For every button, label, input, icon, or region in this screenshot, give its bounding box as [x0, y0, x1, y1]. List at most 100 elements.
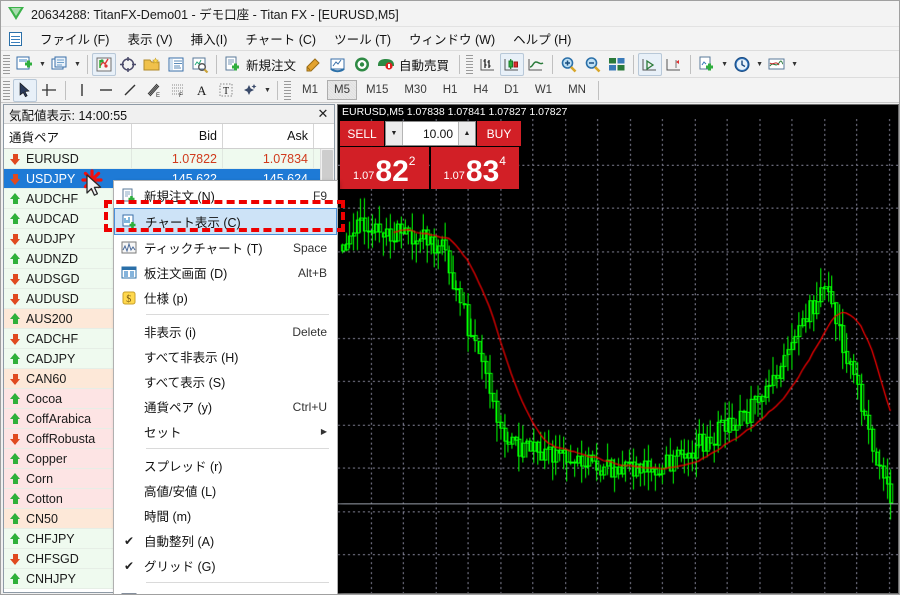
metatrader-window: 20634288: TitanFX-Demo01 - デモ口座 - Titan … [0, 0, 900, 595]
chart-window[interactable]: EURUSD,M5 1.07838 1.07841 1.07827 1.0782… [337, 104, 899, 594]
new-chart-icon[interactable] [13, 53, 37, 76]
new-chart-dropdown-icon[interactable]: ▼ [37, 53, 48, 76]
timeframe-d1[interactable]: D1 [497, 80, 526, 100]
timeframe-mn[interactable]: MN [561, 80, 593, 100]
buy-button[interactable]: BUY [477, 121, 521, 146]
chevron-up-icon[interactable]: ▲ [458, 122, 475, 145]
context-menu-item-12[interactable]: スプレッド (r) [114, 453, 337, 478]
new-order-icon [114, 183, 144, 208]
vertical-line-icon[interactable] [70, 79, 94, 102]
menu-tools[interactable]: ツール (T) [325, 27, 400, 50]
periods-dropdown-icon[interactable]: ▼ [754, 53, 765, 76]
tile-windows-icon[interactable] [605, 53, 629, 76]
timeframe-m30[interactable]: M30 [397, 80, 433, 100]
toolbar-grip-3[interactable] [3, 80, 10, 100]
menu-file[interactable]: ファイル (F) [31, 27, 118, 50]
toolbar-separator [87, 54, 88, 74]
autotrading-icon[interactable] [374, 53, 398, 76]
chart-shift-icon[interactable] [662, 53, 686, 76]
column-header-symbol[interactable]: 通貨ペア [4, 124, 132, 148]
context-menu-item-10[interactable]: セット ▶ [114, 419, 337, 444]
context-menu-item-7[interactable]: すべて非表示 (H) [114, 344, 337, 369]
context-menu-item-1[interactable]: チャート表示 (C) [114, 208, 337, 235]
navigator-icon[interactable] [140, 53, 164, 76]
sell-price-button[interactable]: 1.07 82 2 [340, 147, 429, 189]
volume-value[interactable]: 10.00 [403, 122, 458, 145]
context-menu-item-16[interactable]: ✔ グリッド (G) [114, 553, 337, 578]
context-menu-item-4[interactable]: $ 仕様 (p) [114, 285, 337, 310]
signals-icon[interactable] [350, 53, 374, 76]
buy-price-button[interactable]: 1.07 83 4 [430, 147, 519, 189]
timeframe-m1[interactable]: M1 [295, 80, 325, 100]
text-icon[interactable]: A [190, 79, 214, 102]
timeframe-m15[interactable]: M15 [359, 80, 395, 100]
menu-window[interactable]: ウィンドウ (W) [400, 27, 504, 50]
fibonacci-icon[interactable]: F [166, 79, 190, 102]
expert-advisor-icon[interactable] [326, 53, 350, 76]
metaeditor-icon[interactable] [302, 53, 326, 76]
templates-icon[interactable] [765, 53, 789, 76]
indicators-dropdown-icon[interactable]: ▼ [719, 53, 730, 76]
symbol-label: Cocoa [26, 391, 63, 406]
terminal-icon[interactable] [164, 53, 188, 76]
menu-help[interactable]: ヘルプ (H) [504, 27, 580, 50]
context-menu-item-9[interactable]: 通貨ペア (y) Ctrl+U [114, 394, 337, 419]
cursor-tool-icon[interactable] [13, 78, 37, 102]
market-watch-row-eurusd[interactable]: EURUSD 1.07822 1.07834 [4, 149, 334, 169]
new-order-label[interactable]: 新規注文 [245, 55, 302, 74]
timeframe-h1[interactable]: H1 [436, 80, 465, 100]
market-watch-icon[interactable] [92, 52, 116, 76]
zoom-out-icon[interactable] [581, 53, 605, 76]
sell-button[interactable]: SELL [340, 121, 384, 146]
data-window-icon[interactable] [116, 53, 140, 76]
volume-stepper[interactable]: ▼ 10.00 ▲ [385, 121, 476, 146]
context-menu-item-6[interactable]: 非表示 (i) Delete [114, 319, 337, 344]
context-menu-item-0[interactable]: 新規注文 (N) F9 [114, 183, 337, 208]
context-menu-item-8[interactable]: すべて表示 (S) [114, 369, 337, 394]
equidistant-channel-icon[interactable]: E [142, 79, 166, 102]
timeframe-m5[interactable]: M5 [326, 80, 357, 100]
indicators-icon[interactable] [695, 53, 719, 76]
timeframe-w1[interactable]: W1 [528, 80, 559, 100]
close-icon[interactable]: ✕ [315, 106, 331, 122]
profiles-dropdown-icon[interactable]: ▼ [72, 53, 83, 76]
toolbar-grip-4[interactable] [284, 80, 291, 100]
timeframe-h4[interactable]: H4 [466, 80, 495, 100]
periods-icon[interactable] [730, 53, 754, 76]
trendline-icon[interactable] [118, 79, 142, 102]
menu-chart[interactable]: チャート (C) [236, 27, 325, 50]
symbol-label: AUDNZD [26, 251, 79, 266]
context-menu-item-18[interactable]: 気配値ポップアップ表示 (P)F10 [114, 587, 337, 594]
line-chart-icon[interactable] [524, 53, 548, 76]
chevron-down-icon[interactable]: ▼ [386, 122, 403, 145]
context-menu-item-3[interactable]: 板注文画面 (D) Alt+B [114, 260, 337, 285]
context-menu-item-13[interactable]: 高値/安値 (L) [114, 478, 337, 503]
context-menu-item-15[interactable]: ✔ 自動整列 (A) [114, 528, 337, 553]
shapes-dropdown-icon[interactable]: ▼ [262, 79, 273, 102]
menu-insert[interactable]: 挿入(I) [182, 27, 237, 50]
menu-icon-slot [114, 394, 144, 419]
auto-scroll-icon[interactable] [638, 52, 663, 76]
text-label-icon[interactable]: T [214, 79, 238, 102]
toolbar-grip-2[interactable] [466, 54, 474, 74]
arrow-up-icon [10, 492, 21, 505]
templates-dropdown-icon[interactable]: ▼ [789, 53, 800, 76]
bar-chart-icon[interactable] [476, 53, 500, 76]
context-menu-item-2[interactable]: ティックチャート (T) Space [114, 235, 337, 260]
menu-icon-slot [114, 344, 144, 369]
autotrading-label[interactable]: 自動売買 [398, 55, 455, 74]
profiles-icon[interactable] [48, 53, 72, 76]
zoom-in-icon[interactable] [557, 53, 581, 76]
horizontal-line-icon[interactable] [94, 79, 118, 102]
shapes-icon[interactable] [238, 79, 262, 102]
menu-view[interactable]: 表示 (V) [118, 27, 181, 50]
new-order-icon[interactable] [221, 53, 245, 76]
toolbar-separator [633, 54, 635, 74]
candlestick-chart-icon[interactable] [500, 52, 525, 76]
context-menu-item-14[interactable]: 時間 (m) [114, 503, 337, 528]
column-header-bid[interactable]: Bid [132, 124, 223, 148]
column-header-ask[interactable]: Ask [223, 124, 314, 148]
crosshair-tool-icon[interactable] [37, 79, 61, 102]
toolbar-grip[interactable] [3, 54, 10, 74]
strategy-tester-icon[interactable] [188, 53, 212, 76]
